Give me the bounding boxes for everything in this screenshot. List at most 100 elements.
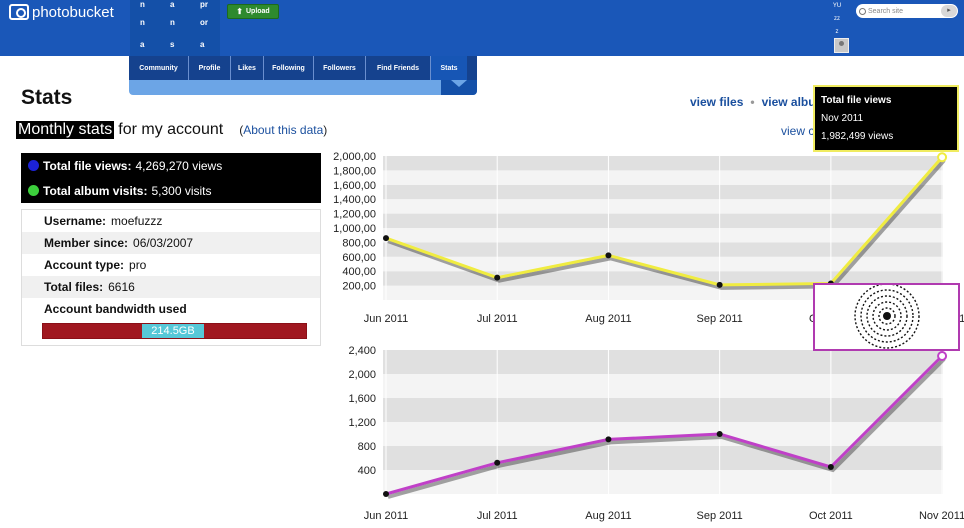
green-dot-icon xyxy=(28,185,39,196)
blue-dot-icon xyxy=(28,160,39,171)
nav-fragment[interactable]: a xyxy=(140,40,144,49)
account-type-value: pro xyxy=(129,258,147,272)
grid-band xyxy=(383,228,943,243)
nav-fragment[interactable]: n xyxy=(140,0,145,9)
username-row: Username: moefuzzz xyxy=(22,210,320,232)
username-label: Username: xyxy=(44,214,107,228)
y-tick-label: 600,00 xyxy=(342,252,376,264)
view-link-partial[interactable]: view c xyxy=(781,124,815,138)
page-title: Stats xyxy=(21,86,73,109)
nav-fragment[interactable]: n xyxy=(140,18,145,27)
y-tick-label: 1,200 xyxy=(348,417,376,429)
tab-profile[interactable]: Profile xyxy=(189,56,231,80)
file-views-label: Total file views: xyxy=(43,158,132,173)
nav-fragment[interactable]: n xyxy=(170,18,175,27)
y-tick-label: 2,000,00 xyxy=(333,151,376,163)
x-tick-label: Aug 2011 xyxy=(585,313,631,325)
user-menu[interactable]: YU zz z xyxy=(830,0,844,39)
tab-following[interactable]: Following xyxy=(264,56,314,80)
nav-fragment[interactable]: a xyxy=(170,0,174,9)
nav-fragment[interactable]: a xyxy=(200,40,204,49)
thumbnail-image xyxy=(854,283,920,349)
view-albums-link[interactable]: view albu xyxy=(762,95,816,109)
x-tick-label: Sep 2011 xyxy=(696,313,742,325)
sub-nav-tabs: Community Profile Likes Following Follow… xyxy=(129,56,477,80)
y-tick-label: 800,00 xyxy=(342,237,376,249)
search-input[interactable]: Search site xyxy=(868,8,903,15)
data-point xyxy=(605,252,612,259)
grid-band xyxy=(383,213,943,228)
totals-box: Total file views: 4,269,270 views Total … xyxy=(21,153,321,203)
account-type-label: Account type: xyxy=(44,258,125,272)
about-data: (About this data) xyxy=(239,123,327,137)
user-fragment: zz xyxy=(834,16,840,22)
tab-followers[interactable]: Followers xyxy=(314,56,366,80)
data-point xyxy=(716,431,723,437)
grid-band xyxy=(383,398,943,422)
nav-fragment[interactable]: or xyxy=(200,18,208,27)
tab-find-friends[interactable]: Find Friends xyxy=(366,56,431,80)
total-files-value: 6616 xyxy=(108,280,135,294)
account-info-box: Username: moefuzzz Member since: 06/03/200… xyxy=(21,209,321,346)
tooltip-month: Nov 2011 xyxy=(821,113,864,124)
tab-likes[interactable]: Likes xyxy=(231,56,264,80)
top-nav-menu[interactable]: n a pr n n or a s a xyxy=(130,0,220,56)
y-tick-label: 1,200,00 xyxy=(333,209,376,221)
data-point xyxy=(494,459,501,466)
y-tick-label: 1,600,00 xyxy=(333,180,376,192)
y-tick-label: 1,800,00 xyxy=(333,165,376,177)
about-close: ) xyxy=(323,123,328,137)
x-tick-label: Aug 2011 xyxy=(585,510,631,522)
avatar[interactable] xyxy=(834,38,849,53)
tooltip-title: Total file views xyxy=(821,95,892,106)
photobucket-logo[interactable]: photobucket xyxy=(9,3,114,21)
grid-band xyxy=(383,350,943,374)
file-views-value: 4,269,270 views xyxy=(135,158,223,173)
upload-button[interactable]: ⬆ Upload xyxy=(227,4,279,19)
grid-band xyxy=(383,184,943,200)
data-point xyxy=(937,152,948,163)
logo-text: photobucket xyxy=(32,3,114,21)
nav-fragment[interactable]: pr xyxy=(200,0,208,9)
upload-arrow-icon: ⬆ xyxy=(236,7,243,16)
data-point xyxy=(605,436,612,443)
x-tick-label: Oct 2011 xyxy=(809,510,853,522)
x-tick-label: Nov 2011 xyxy=(919,510,964,522)
user-fragment: YU xyxy=(832,3,842,9)
bandwidth-label: Account bandwidth used xyxy=(44,302,187,316)
tab-community[interactable]: Community xyxy=(129,56,189,80)
search-go-button[interactable]: ▸ xyxy=(941,5,957,17)
top-bar: photobucket n a pr n n or a s a ⬆ Upload… xyxy=(0,0,964,56)
member-since-value: 06/03/2007 xyxy=(133,236,194,250)
search-icon xyxy=(859,7,866,15)
grid-band xyxy=(383,156,943,171)
view-files-link[interactable]: view files xyxy=(690,95,743,109)
username-value: moefuzzz xyxy=(111,214,163,228)
active-tab-indicator xyxy=(441,80,477,95)
search-box[interactable]: Search site ▸ xyxy=(856,4,958,18)
member-since-label: Member since: xyxy=(44,236,129,250)
bandwidth-row: Account bandwidth used xyxy=(22,298,320,320)
grid-band xyxy=(383,446,943,470)
image-thumbnail[interactable] xyxy=(813,283,960,351)
nav-fragment[interactable]: s xyxy=(170,40,174,49)
x-tick-label: Jun 2011 xyxy=(364,510,408,522)
total-files-row: Total files: 6616 xyxy=(22,276,320,298)
tab-stats[interactable]: Stats xyxy=(431,56,467,80)
upload-label: Upload xyxy=(245,8,270,15)
total-album-visits-row: Total album visits: 5,300 visits xyxy=(21,178,321,203)
data-point xyxy=(383,491,389,497)
bandwidth-bar: 214.5GB xyxy=(42,323,307,339)
data-point xyxy=(383,235,389,242)
y-tick-label: 400,00 xyxy=(342,266,376,278)
y-tick-label: 2,400 xyxy=(348,345,376,357)
monthly-highlight: Monthly stats xyxy=(16,121,115,139)
about-data-link[interactable]: About this data xyxy=(243,123,323,137)
data-point xyxy=(827,464,834,470)
sub-nav: Community Profile Likes Following Follow… xyxy=(129,56,477,95)
account-type-row: Account type: pro xyxy=(22,254,320,276)
y-tick-label: 800 xyxy=(358,441,376,453)
y-tick-label: 2,000 xyxy=(348,369,376,381)
data-point xyxy=(716,281,723,288)
grid-band xyxy=(383,170,943,185)
